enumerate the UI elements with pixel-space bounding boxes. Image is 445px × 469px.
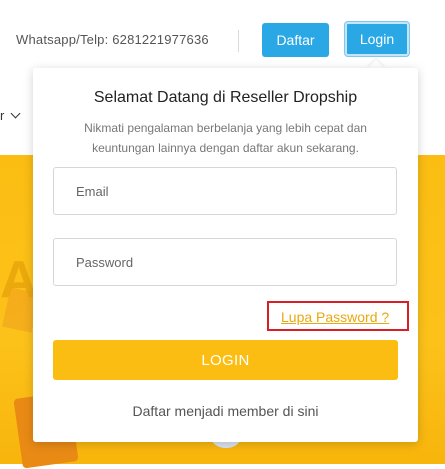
header-divider <box>238 30 239 52</box>
login-button[interactable]: Login <box>345 22 409 56</box>
forgot-password-link[interactable]: Lupa Password ? <box>281 309 389 325</box>
nav-menu-fragment[interactable]: r <box>0 108 4 123</box>
contact-phone-text: Whatsapp/Telp: 6281221977636 <box>16 32 209 47</box>
email-field[interactable] <box>53 167 397 215</box>
panel-subtitle: Nikmati pengalaman berbelanja yang lebih… <box>84 121 367 155</box>
chevron-down-icon <box>10 108 21 119</box>
password-field[interactable] <box>53 238 397 286</box>
banner-letter: A <box>0 251 38 309</box>
login-submit-button[interactable]: LOGIN <box>53 340 398 380</box>
panel-title: Selamat Datang di Reseller Dropship <box>93 89 358 106</box>
login-dropdown-panel: Selamat Datang di Reseller Dropship Nikm… <box>33 68 418 442</box>
register-member-link[interactable]: Daftar menjadi member di sini <box>33 403 418 419</box>
register-button[interactable]: Daftar <box>262 23 329 57</box>
